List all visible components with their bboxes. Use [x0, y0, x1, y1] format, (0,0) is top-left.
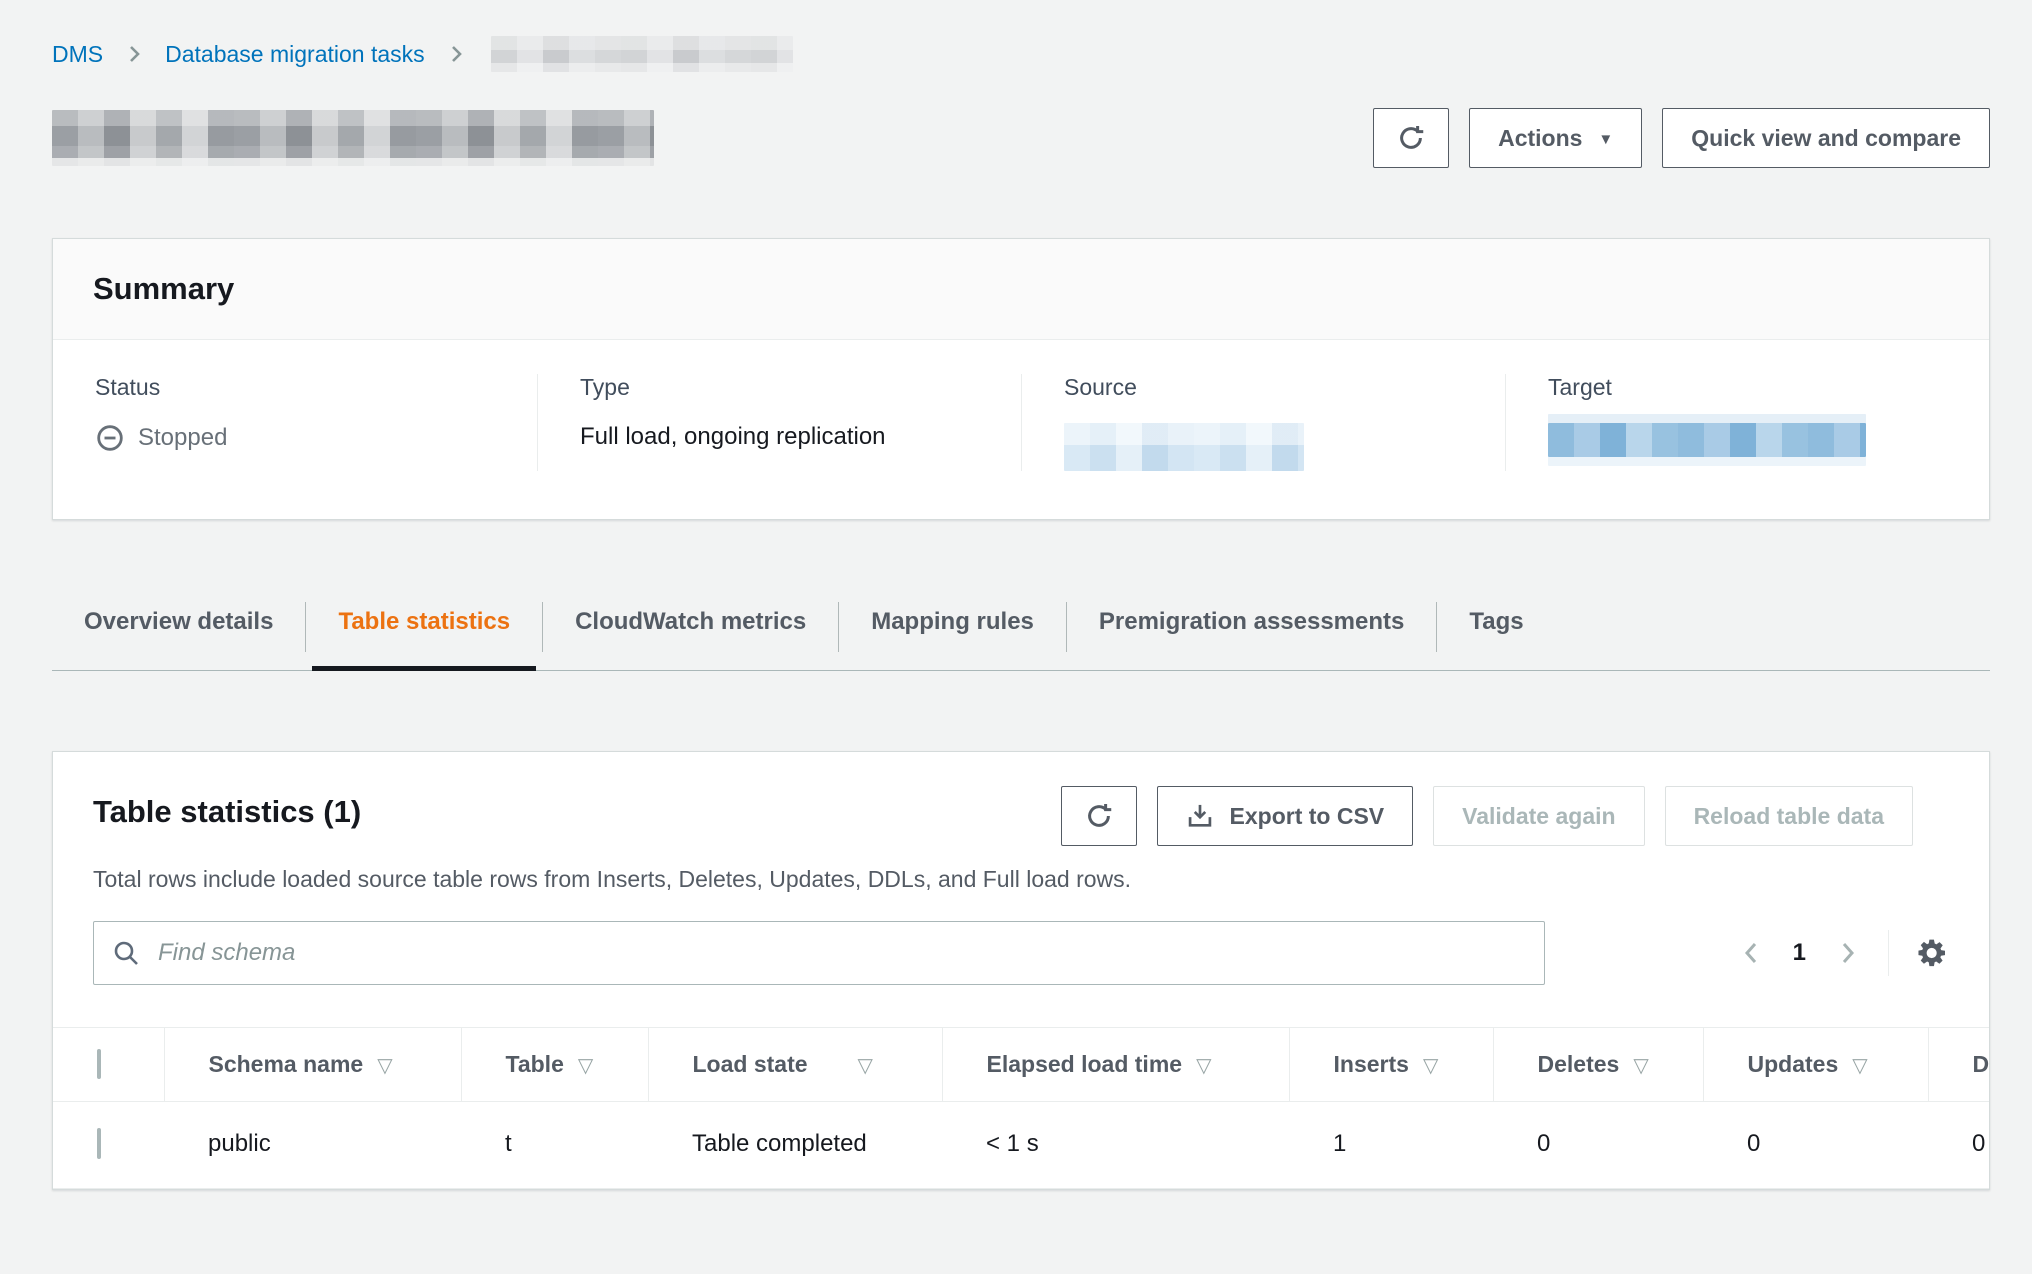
summary-title: Summary: [93, 271, 1949, 307]
sort-icon[interactable]: ▽: [1196, 1055, 1211, 1077]
tab-table-statistics[interactable]: Table statistics: [306, 596, 542, 670]
summary-header: Summary: [53, 239, 1989, 340]
header-actions: Actions ▼ Quick view and compare: [1373, 108, 1990, 168]
search-input[interactable]: [93, 921, 1545, 985]
type-label: Type: [580, 374, 979, 401]
table-header-row: Schema name▽ Table▽ Load state▽ Elapsed …: [53, 1028, 1990, 1102]
table-controls: 1: [53, 893, 1989, 985]
tab-premigration-assessments[interactable]: Premigration assessments: [1067, 596, 1436, 670]
redacted-source-endpoint-link[interactable]: [1064, 423, 1304, 471]
breadcrumb: DMS Database migration tasks: [52, 36, 1990, 72]
sort-icon[interactable]: ▽: [1423, 1055, 1438, 1077]
summary-field-type: Type Full load, ongoing replication: [537, 374, 1021, 471]
actions-button[interactable]: Actions ▼: [1469, 108, 1642, 168]
row-checkbox[interactable]: [97, 1128, 101, 1159]
cell-load-state: Table completed: [648, 1102, 942, 1189]
breadcrumb-link-migration-tasks[interactable]: Database migration tasks: [165, 41, 425, 68]
status-value: Stopped: [138, 424, 227, 452]
sort-icon[interactable]: ▽: [377, 1055, 392, 1077]
column-header-inserts[interactable]: Inserts▽: [1289, 1028, 1493, 1102]
cell-schema-name: public: [164, 1102, 461, 1189]
next-page-button[interactable]: [1834, 940, 1860, 966]
cell-inserts: 1: [1289, 1102, 1493, 1189]
column-header-deletes[interactable]: Deletes▽: [1493, 1028, 1703, 1102]
settings-gear-icon[interactable]: [1917, 937, 1949, 969]
stopped-status-icon: [95, 423, 125, 453]
column-header-ddls[interactable]: DDLs▽: [1928, 1028, 1990, 1102]
cell-updates: 0: [1703, 1102, 1928, 1189]
summary-field-source: Source: [1021, 374, 1505, 471]
table-statistics-title: Table statistics (1): [93, 786, 361, 830]
quick-view-label: Quick view and compare: [1691, 125, 1961, 152]
column-header-table[interactable]: Table▽: [461, 1028, 648, 1102]
cell-elapsed-load-time: < 1 s: [942, 1102, 1289, 1189]
refresh-button[interactable]: [1373, 108, 1449, 168]
table-actions: Export to CSV Validate again Reload tabl…: [1061, 786, 1913, 846]
download-icon: [1186, 802, 1214, 830]
summary-field-target: Target: [1505, 374, 1989, 471]
summary-field-status: Status Stopped: [53, 374, 537, 471]
search-icon: [111, 938, 141, 968]
tab-mapping-rules[interactable]: Mapping rules: [839, 596, 1066, 670]
pagination: 1: [1739, 930, 1949, 976]
column-header-elapsed-load-time[interactable]: Elapsed load time▽: [942, 1028, 1289, 1102]
sort-icon[interactable]: ▽: [1852, 1055, 1867, 1077]
validate-again-button[interactable]: Validate again: [1433, 786, 1644, 846]
caret-down-icon: ▼: [1598, 132, 1613, 147]
cell-ddls: 0: [1928, 1102, 1990, 1189]
sort-icon[interactable]: ▽: [1633, 1055, 1648, 1077]
source-label: Source: [1064, 374, 1463, 401]
statistics-table: Schema name▽ Table▽ Load state▽ Elapsed …: [53, 1027, 1989, 1189]
quick-view-compare-button[interactable]: Quick view and compare: [1662, 108, 1990, 168]
dms-task-page: DMS Database migration tasks Actions ▼ Q…: [0, 0, 2032, 1274]
actions-button-label: Actions: [1498, 125, 1582, 152]
table-statistics-panel: Table statistics (1) Export to CSV Valid…: [52, 751, 1990, 1190]
tab-cloudwatch-metrics[interactable]: CloudWatch metrics: [543, 596, 838, 670]
export-csv-button[interactable]: Export to CSV: [1157, 786, 1414, 846]
cell-table: t: [461, 1102, 648, 1189]
schema-search: [93, 921, 1545, 985]
status-label: Status: [95, 374, 495, 401]
sort-icon[interactable]: ▽: [578, 1055, 593, 1077]
validate-again-label: Validate again: [1462, 803, 1615, 830]
summary-grid: Status Stopped Type Full load, ongoing r…: [53, 340, 1989, 519]
pager-divider: [1888, 930, 1889, 976]
column-header-schema-name[interactable]: Schema name▽: [164, 1028, 461, 1102]
reload-table-data-button[interactable]: Reload table data: [1665, 786, 1913, 846]
current-page-number[interactable]: 1: [1793, 939, 1806, 967]
tab-tags[interactable]: Tags: [1437, 596, 1555, 670]
refresh-icon: [1084, 801, 1114, 831]
table-row: public t Table completed < 1 s 1 0 0 0: [53, 1102, 1990, 1189]
breadcrumb-link-dms[interactable]: DMS: [52, 41, 103, 68]
previous-page-button[interactable]: [1739, 940, 1765, 966]
refresh-icon: [1396, 123, 1426, 153]
tab-overview-details[interactable]: Overview details: [52, 596, 305, 670]
column-header-updates[interactable]: Updates▽: [1703, 1028, 1928, 1102]
redacted-page-title: [52, 110, 654, 166]
cell-deletes: 0: [1493, 1102, 1703, 1189]
column-header-load-state[interactable]: Load state▽: [648, 1028, 942, 1102]
summary-panel: Summary Status Stopped Type Full load, o…: [52, 238, 1990, 520]
type-value: Full load, ongoing replication: [580, 423, 979, 451]
sort-icon[interactable]: ▽: [858, 1055, 873, 1077]
target-label: Target: [1548, 374, 1947, 401]
table-statistics-description: Total rows include loaded source table r…: [53, 866, 1989, 893]
chevron-right-icon: [445, 43, 467, 65]
table-refresh-button[interactable]: [1061, 786, 1137, 846]
chevron-right-icon: [123, 43, 145, 65]
export-csv-label: Export to CSV: [1230, 803, 1385, 830]
reload-table-data-label: Reload table data: [1694, 803, 1884, 830]
redacted-task-name: [491, 36, 793, 72]
task-tabs: Overview details Table statistics CloudW…: [52, 596, 1990, 671]
page-header: Actions ▼ Quick view and compare: [52, 108, 1990, 168]
select-all-checkbox[interactable]: [97, 1049, 101, 1079]
redacted-target-endpoint-link[interactable]: [1548, 423, 1866, 457]
